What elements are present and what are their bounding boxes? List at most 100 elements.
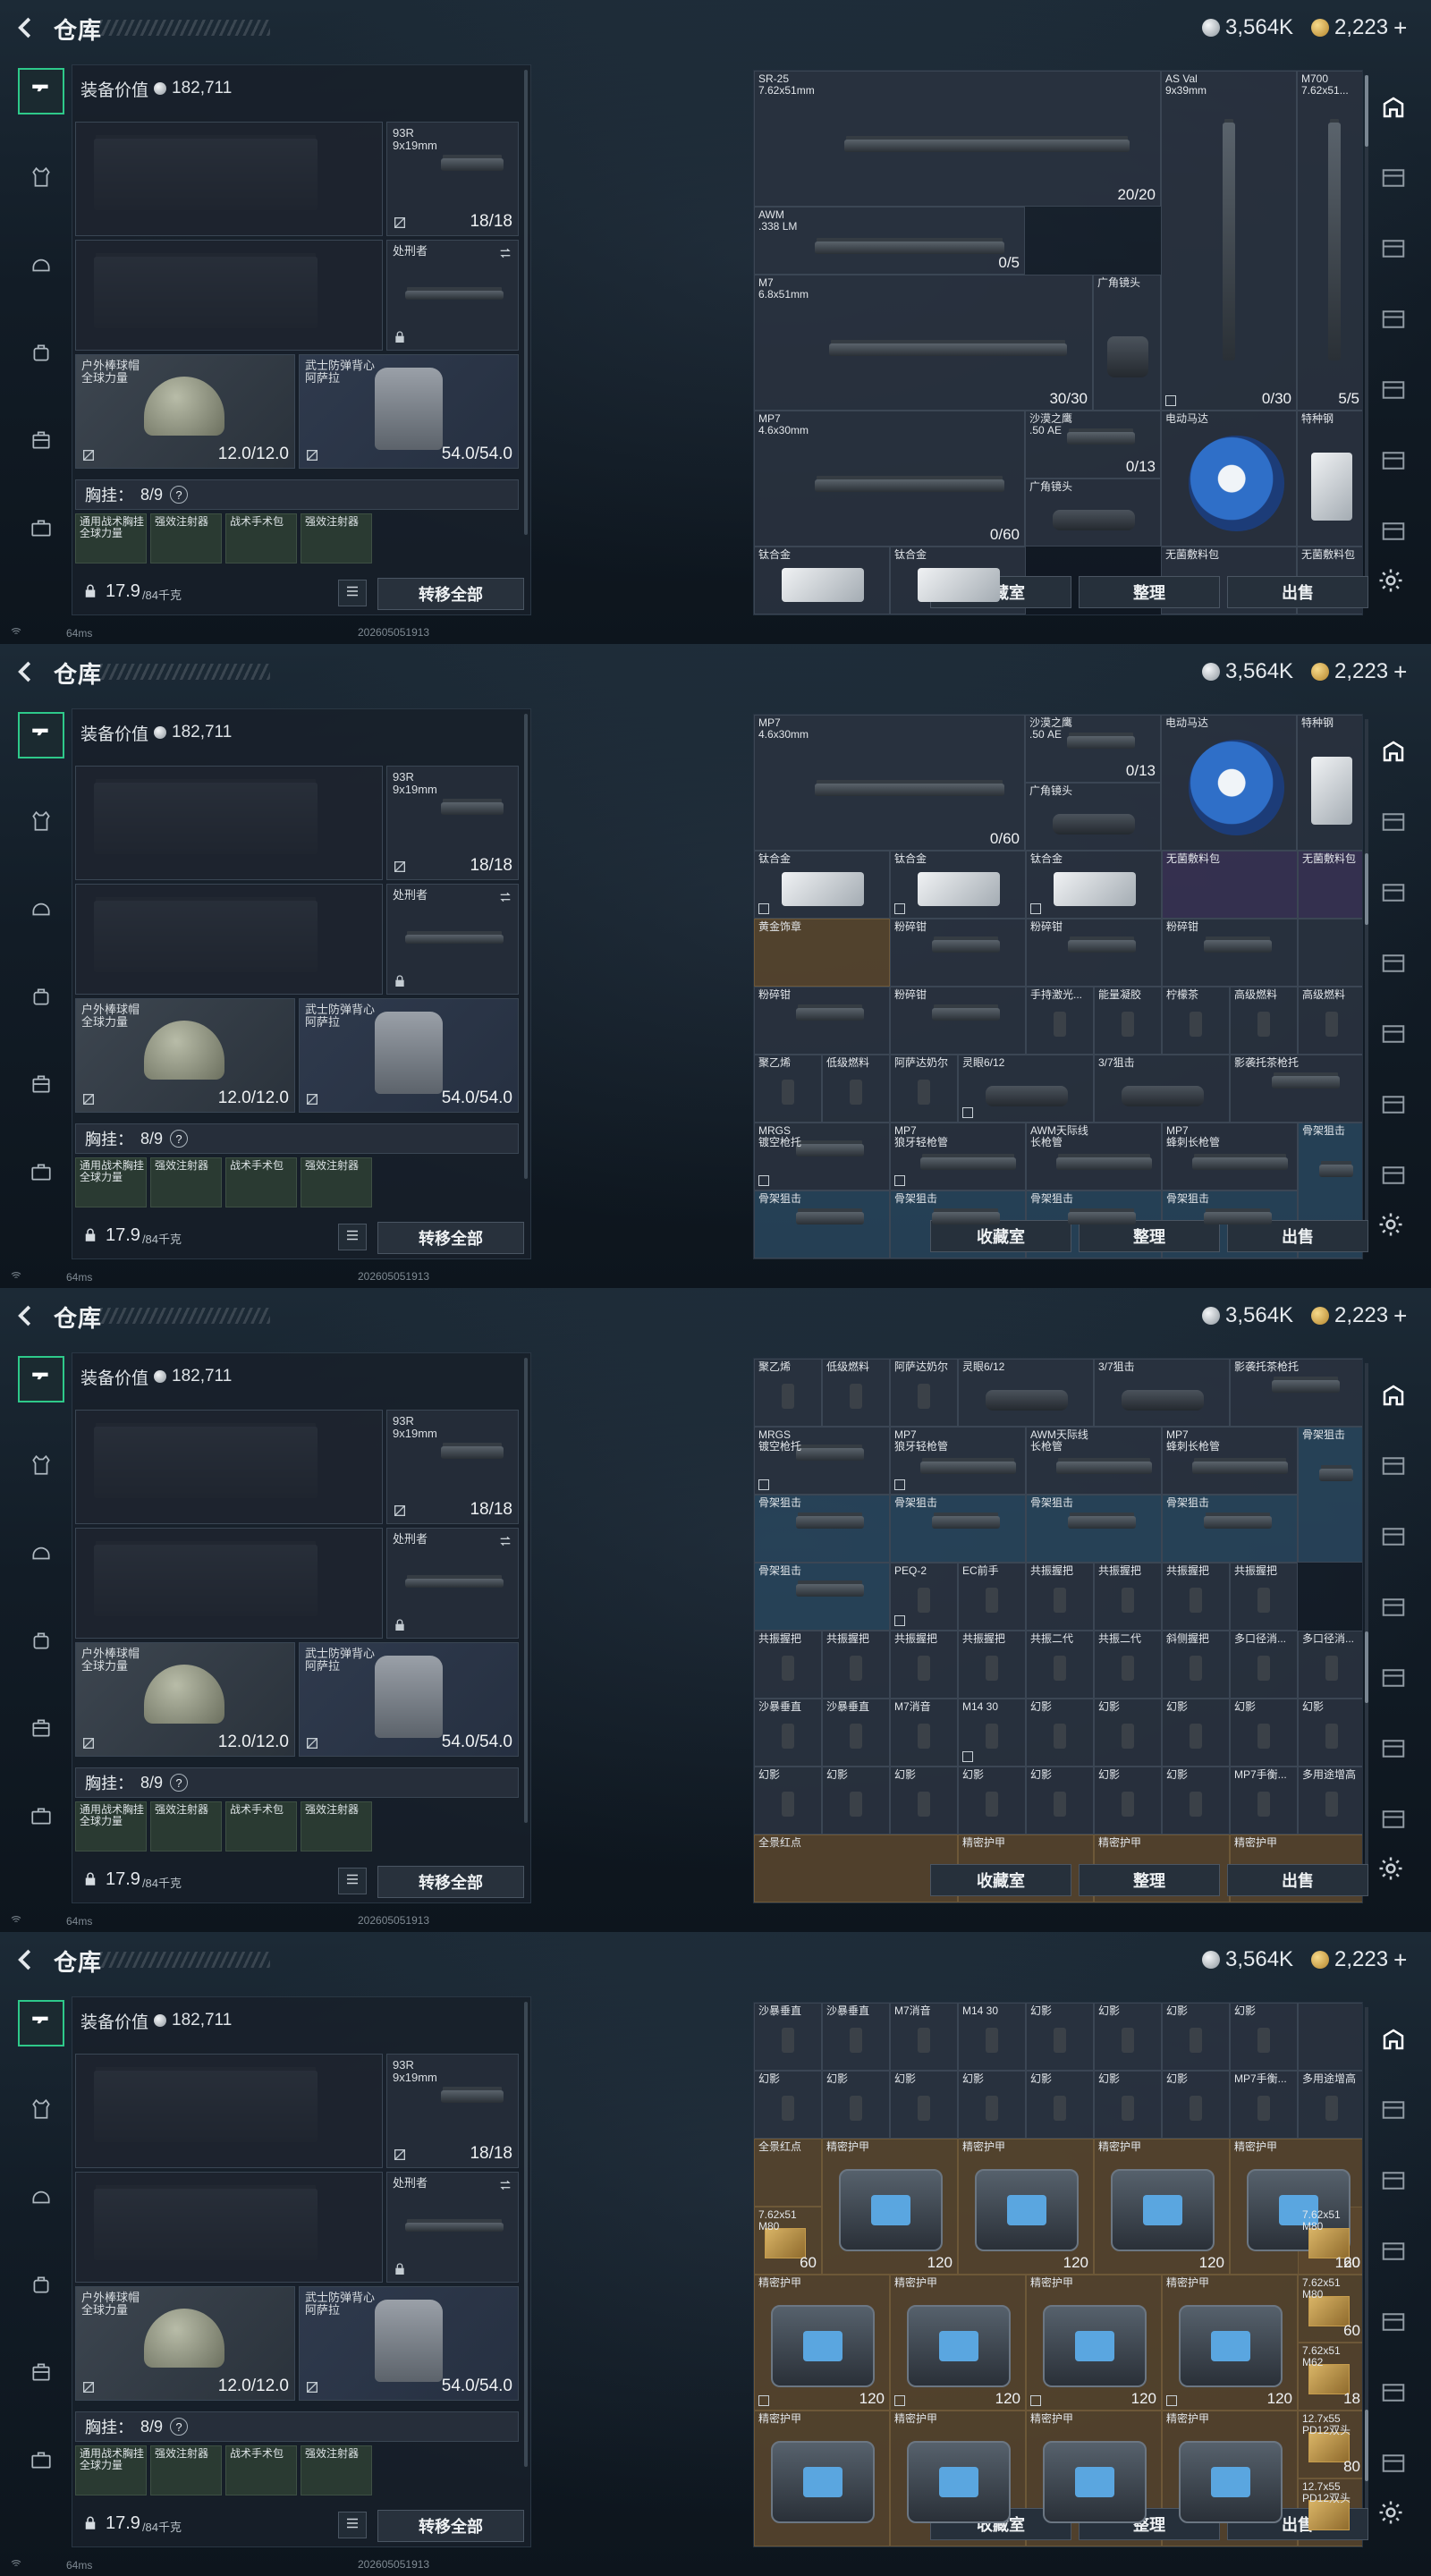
stash-item[interactable]: 无菌敷料包 xyxy=(1162,851,1298,919)
tab-stash-page[interactable] xyxy=(1374,1589,1413,1629)
melee-slot[interactable]: 处刑者 xyxy=(386,884,519,995)
stash-item[interactable]: 骨架狙击 xyxy=(1026,1495,1162,1563)
stash-item[interactable]: 幻影 xyxy=(1162,2003,1230,2071)
chest-rig-item[interactable]: 强效注射器 xyxy=(150,2445,222,2496)
stash-item[interactable]: 聚乙烯 xyxy=(754,1055,822,1123)
stash-item[interactable]: 电动马达 xyxy=(1161,411,1297,547)
stash-item[interactable]: 共振二代 xyxy=(1026,1631,1094,1699)
armor-slot[interactable]: 武士防弹背心 阿萨拉 54.0/54.0 xyxy=(299,998,519,1113)
tab-stash-page[interactable] xyxy=(1374,2445,1413,2485)
swap-icon[interactable] xyxy=(498,890,512,904)
stash-item[interactable]: MP7 狼牙轻枪管 xyxy=(890,1123,1026,1191)
stash-item[interactable]: MP7手衡... xyxy=(1230,1767,1298,1835)
stash-item[interactable]: 灵眼6/12 xyxy=(958,1055,1094,1123)
list-view-button[interactable] xyxy=(338,1868,367,1894)
stash-item[interactable]: PEQ-2 xyxy=(890,1563,958,1631)
stash-item[interactable]: 灵眼6/12 xyxy=(958,1359,1094,1427)
stash-item[interactable]: 共振握把 xyxy=(822,1631,890,1699)
tab-stash-page[interactable] xyxy=(1374,2375,1413,2414)
stash-item[interactable] xyxy=(1298,2003,1362,2071)
stash-item[interactable]: MP7 4.6x30mm 0/60 xyxy=(754,411,1025,547)
stash-item[interactable]: 低级燃料 xyxy=(822,1055,890,1123)
stash-item[interactable]: 阿萨达奶尔 xyxy=(890,1359,958,1427)
stash-item[interactable]: 黄金饰章 xyxy=(754,919,890,987)
tab-backpack[interactable] xyxy=(18,1619,64,1665)
helmet-slot[interactable]: 户外棒球帽 全球力量 12.0/12.0 xyxy=(75,998,295,1113)
tab-safe-box[interactable] xyxy=(1374,89,1413,129)
chest-rig-item[interactable]: 强效注射器 xyxy=(301,2445,372,2496)
add-gold-icon[interactable]: + xyxy=(1393,14,1407,42)
stash-item[interactable]: 柠檬茶 xyxy=(1162,987,1230,1055)
stash-item[interactable]: MP7 蜂刺长枪管 xyxy=(1162,1427,1298,1495)
list-view-button[interactable] xyxy=(338,580,367,606)
helmet-slot[interactable]: 户外棒球帽 全球力量 12.0/12.0 xyxy=(75,2286,295,2401)
tab-backpack[interactable] xyxy=(18,975,64,1021)
armor-slot[interactable]: 武士防弹背心 阿萨拉 54.0/54.0 xyxy=(299,2286,519,2401)
stash-item[interactable]: 幻影 xyxy=(1230,1699,1298,1767)
chest-rig-item[interactable]: 强效注射器 xyxy=(301,513,372,564)
organize-button[interactable]: 整理 xyxy=(1079,1864,1220,1896)
tab-container[interactable] xyxy=(18,506,64,553)
stash-item[interactable]: 骨架狙击 xyxy=(1162,1495,1298,1563)
back-icon[interactable] xyxy=(13,14,39,41)
stash-item[interactable]: 高级燃料 xyxy=(1298,987,1362,1055)
sidearm-slot[interactable]: 93R 9x19mm 18/18 xyxy=(386,1410,519,1524)
stash-item[interactable]: 影袭托茶枪托 xyxy=(1230,1055,1362,1123)
transfer-all-button[interactable]: 转移全部 xyxy=(377,2510,524,2542)
transfer-all-button[interactable]: 转移全部 xyxy=(377,1866,524,1898)
stash-item[interactable]: 全景红点 xyxy=(754,2139,822,2207)
tab-stash-page[interactable] xyxy=(1374,1801,1413,1841)
chest-rig-item[interactable]: 通用战术胸挂 全球力量 xyxy=(75,1157,147,1208)
stash-item[interactable]: 钛合金 xyxy=(754,851,890,919)
tab-stash-page[interactable] xyxy=(1374,2092,1413,2131)
melee-slot[interactable]: 处刑者 xyxy=(386,240,519,351)
chest-rig-bar[interactable]: 胸挂： 8/9? xyxy=(75,1767,519,1798)
stash-item[interactable] xyxy=(1298,919,1362,987)
armor-slot[interactable]: 武士防弹背心 阿萨拉 54.0/54.0 xyxy=(299,1642,519,1757)
swap-icon[interactable] xyxy=(498,2178,512,2192)
gold-currency[interactable]: 2,223 + xyxy=(1311,1946,1407,1973)
add-gold-icon[interactable]: + xyxy=(1393,1302,1407,1330)
stash-item[interactable]: 多口径消... xyxy=(1298,1631,1362,1699)
loadout-scrollbar[interactable] xyxy=(524,1358,528,1823)
stash-item[interactable]: 粉碎钳 xyxy=(754,987,890,1055)
stash-item[interactable]: 钛合金 xyxy=(754,547,890,614)
stash-item[interactable]: 幻影 xyxy=(1230,2003,1298,2071)
stash-item[interactable]: 3/7狙击 xyxy=(1094,1359,1230,1427)
loadout-scrollbar[interactable] xyxy=(524,714,528,1179)
tab-container[interactable] xyxy=(18,1150,64,1197)
tab-stash-page[interactable] xyxy=(1374,2304,1413,2343)
stash-item[interactable]: MRGS 镀空枪托 xyxy=(754,1123,890,1191)
transfer-all-button[interactable]: 转移全部 xyxy=(377,1222,524,1254)
stash-item[interactable]: 粉碎钳 xyxy=(1026,919,1162,987)
stash-item[interactable]: 钛合金 xyxy=(1026,851,1162,919)
chest-rig-item[interactable]: 战术手术包 xyxy=(225,1157,297,1208)
tab-case[interactable] xyxy=(18,1063,64,1109)
stash-item[interactable]: 共振握把 xyxy=(890,1631,958,1699)
stash-item[interactable]: 共振握把 xyxy=(1026,1563,1094,1631)
stash-item[interactable]: 幻影 xyxy=(822,2071,890,2139)
stash-item[interactable]: SR-25 7.62x51mm 20/20 xyxy=(754,71,1161,207)
stash-item[interactable]: 粉碎钳 xyxy=(890,919,1026,987)
stash-item[interactable]: 幻影 xyxy=(1026,1767,1094,1835)
add-gold-icon[interactable]: + xyxy=(1393,1946,1407,1974)
tab-safe-box[interactable] xyxy=(1374,1377,1413,1417)
stash-item[interactable]: 沙暴垂直 xyxy=(822,2003,890,2071)
stash-item[interactable]: 沙漠之鹰 .50 AE 0/13 xyxy=(1025,411,1161,479)
tab-vest[interactable] xyxy=(18,800,64,846)
settings-gear-icon[interactable] xyxy=(1377,1855,1408,1885)
tab-stash-page[interactable] xyxy=(1374,1731,1413,1770)
primary-weapon-slot[interactable] xyxy=(75,1410,383,1524)
chest-rig-bar[interactable]: 胸挂： 8/9? xyxy=(75,1123,519,1154)
tab-stash-page[interactable] xyxy=(1374,1519,1413,1558)
armor-slot[interactable]: 武士防弹背心 阿萨拉 54.0/54.0 xyxy=(299,354,519,469)
stash-item[interactable]: 广角镜头 xyxy=(1093,275,1161,411)
help-icon[interactable]: ? xyxy=(170,1130,189,1148)
stash-item[interactable]: AS Val 9x39mm 0/30 xyxy=(1161,71,1297,411)
tab-stash-page[interactable] xyxy=(1374,1157,1413,1197)
stash-item[interactable]: 精密护甲 120 xyxy=(1162,2275,1298,2411)
stash-item[interactable]: 7.62x51 M62 18 xyxy=(1298,2343,1362,2411)
tab-weapons[interactable] xyxy=(18,68,64,114)
stash-item[interactable]: 多口径消... xyxy=(1230,1631,1298,1699)
stash-item[interactable]: 幻影 xyxy=(1162,1767,1230,1835)
